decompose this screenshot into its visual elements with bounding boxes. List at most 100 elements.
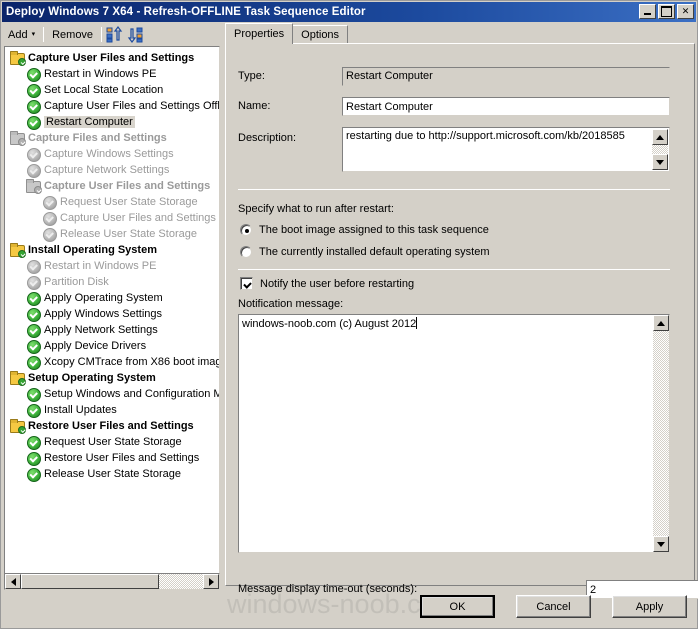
timeout-row: Message display time-out (seconds): xyxy=(238,583,417,595)
folder-status-badge-icon xyxy=(34,186,42,194)
tree-hscroll-track[interactable] xyxy=(21,574,203,589)
tree-item[interactable]: Restart in Windows PE xyxy=(5,258,219,274)
tree-item[interactable]: Restore User Files and Settings xyxy=(5,418,219,434)
apply-button-label: Apply xyxy=(635,600,664,613)
tree-item[interactable]: Release User State Storage xyxy=(5,466,219,482)
add-button[interactable]: Add ▾ xyxy=(3,25,40,44)
tree-item-label: Release User State Storage xyxy=(60,228,197,240)
check-green-icon xyxy=(25,291,41,306)
tree-item-label: Request User State Storage xyxy=(44,436,182,448)
tree-item[interactable]: Capture User Files and Settings xyxy=(5,178,219,194)
name-input[interactable] xyxy=(342,97,670,116)
tree-item[interactable]: Capture Network Settings xyxy=(5,162,219,178)
ok-button[interactable]: OK xyxy=(420,595,495,618)
tree-item[interactable]: Apply Network Settings xyxy=(5,322,219,338)
description-vertical-scrollbar[interactable] xyxy=(652,129,668,170)
close-button[interactable]: ✕ xyxy=(677,4,694,19)
maximize-button[interactable] xyxy=(658,4,675,19)
window-controls: ✕ xyxy=(639,4,694,19)
properties-tab-page: Type: Restart Computer Name: Description… xyxy=(225,43,698,599)
tab-options[interactable]: Options xyxy=(292,25,349,44)
tree-item[interactable]: Request User State Storage xyxy=(5,434,219,450)
folder-ok-icon xyxy=(25,179,42,194)
radio-boot-image-label: The boot image assigned to this task seq… xyxy=(259,224,489,236)
tree-item[interactable]: Xcopy CMTrace from X86 boot image xyxy=(5,354,219,370)
apply-button[interactable]: Apply xyxy=(612,595,687,618)
task-sequence-editor-window: Deploy Windows 7 X64 - Refresh-OFFLINE T… xyxy=(0,0,698,629)
radio-installed-os[interactable]: The currently installed default operatin… xyxy=(240,246,490,258)
chevron-down-icon: ▾ xyxy=(31,31,36,38)
notify-checkbox-indicator[interactable] xyxy=(240,277,253,290)
description-value: restarting due to http://support.microso… xyxy=(346,130,625,142)
radio-installed-os-indicator[interactable] xyxy=(240,246,252,258)
tree-item-label: Capture User Files and Settings Offline xyxy=(44,100,220,112)
check-green-icon xyxy=(41,211,57,226)
radio-boot-image-indicator[interactable] xyxy=(240,224,252,236)
tree-item[interactable]: Install Operating System xyxy=(5,242,219,258)
tab-properties[interactable]: Properties xyxy=(225,23,294,44)
notification-scroll-up-arrow-icon[interactable] xyxy=(653,315,669,331)
description-scroll-up-arrow-icon[interactable] xyxy=(652,129,668,145)
scroll-left-arrow-icon[interactable] xyxy=(5,574,21,589)
tree-item[interactable]: Capture Files and Settings xyxy=(5,130,219,146)
tree-item[interactable]: Capture User Files and Settings Offline xyxy=(5,98,220,114)
folder-status-badge-icon xyxy=(18,58,26,66)
radio-boot-image[interactable]: The boot image assigned to this task seq… xyxy=(240,224,489,236)
tree-item-label: Capture Windows Settings xyxy=(44,148,174,160)
tree-horizontal-scrollbar[interactable] xyxy=(4,573,220,590)
tree-item[interactable]: Request User State Storage xyxy=(5,194,219,210)
divider-top xyxy=(238,189,670,190)
tree-item[interactable]: Capture Windows Settings xyxy=(5,146,219,162)
cancel-button[interactable]: Cancel xyxy=(516,595,591,618)
check-green-icon xyxy=(25,467,41,482)
tree-item[interactable]: Apply Operating System xyxy=(5,290,219,306)
tree-item[interactable]: Setup Operating System xyxy=(5,370,219,386)
notification-message-value: windows-noob.com (c) August 2012 xyxy=(242,318,417,330)
tree-item[interactable]: Apply Windows Settings xyxy=(5,306,219,322)
tree-item[interactable]: Apply Device Drivers xyxy=(5,338,219,354)
tree-item[interactable]: Capture User Files and Settings xyxy=(5,50,219,66)
move-up-icon[interactable] xyxy=(105,25,125,44)
check-green-icon xyxy=(25,99,41,114)
tree-item-label: Setup Windows and Configuration Manager xyxy=(44,388,219,400)
toolbar-separator-2 xyxy=(101,27,103,42)
tree-item[interactable]: Restore User Files and Settings xyxy=(5,450,219,466)
description-label: Description: xyxy=(238,132,297,144)
add-button-label: Add xyxy=(8,28,28,41)
type-label: Type: xyxy=(238,70,265,82)
tree-item[interactable]: Restart Computer xyxy=(5,114,219,130)
tree-item[interactable]: Set Local State Location xyxy=(5,82,219,98)
remove-button[interactable]: Remove xyxy=(47,25,98,44)
minimize-button[interactable] xyxy=(639,4,656,19)
tree-item-label: Apply Network Settings xyxy=(44,324,158,336)
task-sequence-tree[interactable]: Capture User Files and Settings Restart i… xyxy=(4,46,220,586)
tree-items-container: Capture User Files and Settings Restart i… xyxy=(5,50,220,482)
notification-message-textarea[interactable]: windows-noob.com (c) August 2012 xyxy=(238,314,670,553)
check-green-icon xyxy=(25,323,41,338)
move-down-icon[interactable] xyxy=(125,26,145,44)
notification-scroll-down-arrow-icon[interactable] xyxy=(653,536,669,552)
folder-ok-icon xyxy=(9,131,26,146)
tree-item[interactable]: Capture User Files and Settings xyxy=(5,210,219,226)
tree-item-label: Restore User Files and Settings xyxy=(28,420,194,432)
description-row: Description: xyxy=(238,132,342,144)
notification-message-value-wrapper: windows-noob.com (c) August 2012 xyxy=(242,317,651,330)
description-scroll-down-arrow-icon[interactable] xyxy=(652,154,668,170)
tree-item[interactable]: Partition Disk xyxy=(5,274,219,290)
tree-item-label: Apply Windows Settings xyxy=(44,308,162,320)
type-value: Restart Computer xyxy=(342,67,670,86)
tree-item-label: Release User State Storage xyxy=(44,468,181,480)
notification-vertical-scrollbar[interactable] xyxy=(653,315,669,552)
description-textarea-wrapper[interactable]: restarting due to http://support.microso… xyxy=(342,127,670,172)
scroll-right-arrow-icon[interactable] xyxy=(203,574,219,589)
tree-item[interactable]: Setup Windows and Configuration Manager xyxy=(5,386,219,402)
tree-item[interactable]: Release User State Storage xyxy=(5,226,219,242)
tab-strip: Properties Options xyxy=(225,23,695,44)
tree-item[interactable]: Install Updates xyxy=(5,402,219,418)
tree-item-label: Apply Operating System xyxy=(44,292,163,304)
notify-checkbox[interactable]: Notify the user before restarting xyxy=(240,277,414,290)
tree-item[interactable]: Restart in Windows PE xyxy=(5,66,219,82)
ok-button-label: OK xyxy=(449,600,466,613)
tree-hscroll-thumb[interactable] xyxy=(21,574,159,589)
check-green-icon xyxy=(41,195,57,210)
